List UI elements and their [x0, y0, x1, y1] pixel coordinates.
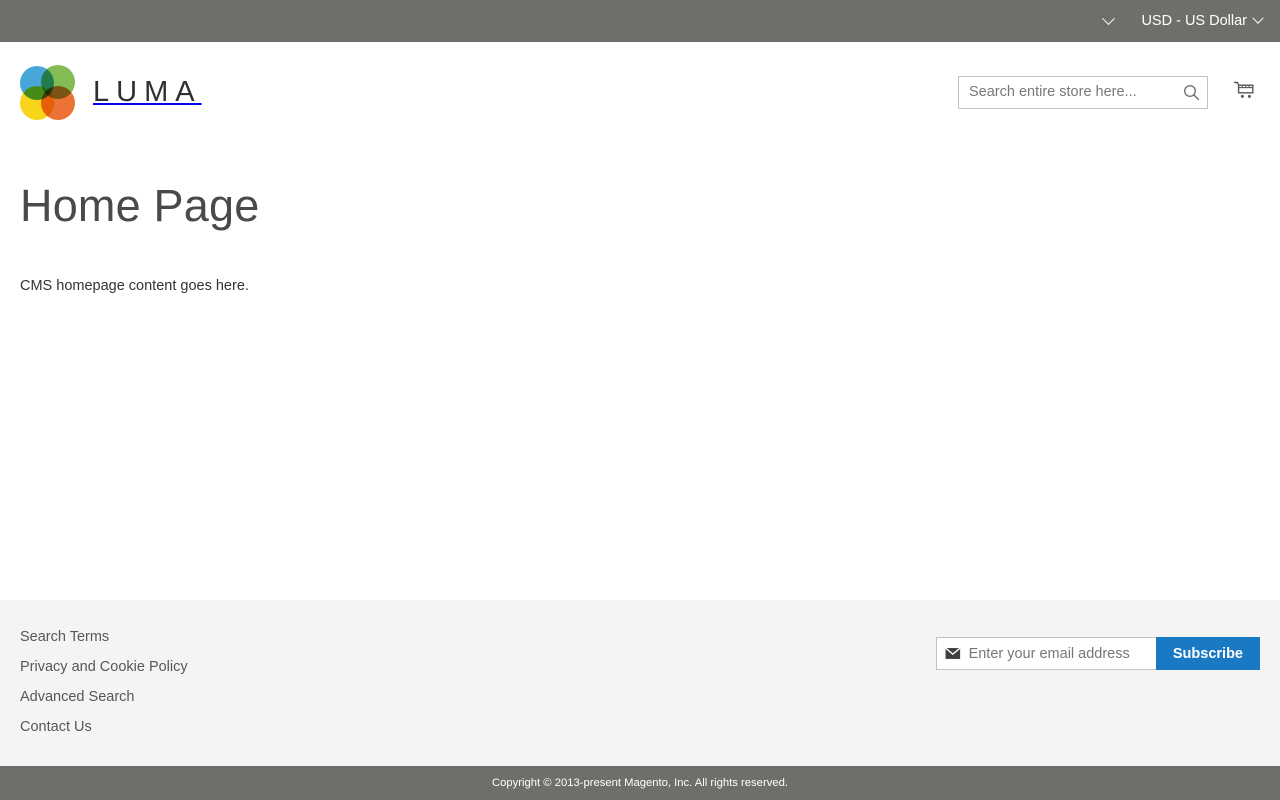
footer-link-search-terms[interactable]: Search Terms — [20, 629, 109, 645]
list-item: Privacy and Cookie Policy — [20, 658, 188, 676]
top-panel: USD - US Dollar — [0, 0, 1280, 42]
search-input[interactable] — [958, 75, 1208, 109]
page-title: Home Page — [20, 180, 260, 231]
newsletter-field-wrap — [935, 637, 1156, 670]
footer-link-list: Search Terms Privacy and Cookie Policy A… — [20, 628, 188, 748]
main-content: Home Page CMS homepage content goes here… — [0, 142, 1280, 600]
chevron-down-icon — [1252, 12, 1264, 24]
storefront-page: USD - US Dollar LUMA Search entire store… — [0, 0, 1280, 800]
subscribe-button[interactable]: Subscribe — [1155, 637, 1260, 670]
footer-link-privacy-policy[interactable]: Privacy and Cookie Policy — [20, 659, 188, 675]
cms-body-text: CMS homepage content goes here. — [20, 277, 249, 294]
page-footer: Search Terms Privacy and Cookie Policy A… — [0, 600, 1280, 766]
currency-switcher[interactable]: USD - US Dollar — [1141, 12, 1264, 29]
shopping-cart-icon — [1233, 81, 1254, 98]
copyright-bar: Copyright © 2013-present Magento, Inc. A… — [0, 766, 1280, 800]
search-form — [958, 75, 1208, 109]
minicart-button[interactable] — [1230, 76, 1260, 108]
newsletter-form: Subscribe — [935, 637, 1260, 670]
account-menu-toggle[interactable] — [1095, 8, 1121, 34]
chevron-down-icon — [1102, 11, 1115, 25]
envelope-icon — [945, 647, 961, 659]
logo-link[interactable]: LUMA — [20, 64, 202, 120]
currency-switcher-label: USD - US Dollar — [1141, 13, 1247, 29]
footer-link-contact-us[interactable]: Contact Us — [20, 719, 92, 735]
search-button[interactable] — [1178, 79, 1204, 105]
list-item: Search Terms — [20, 628, 188, 646]
copyright-text: Copyright © 2013-present Magento, Inc. A… — [492, 777, 788, 789]
search-icon — [1183, 84, 1199, 100]
header-actions — [958, 75, 1260, 109]
list-item: Advanced Search — [20, 688, 188, 706]
list-item: Contact Us — [20, 718, 188, 736]
luma-logo-icon — [20, 64, 75, 120]
logo-wordmark: LUMA — [93, 75, 202, 108]
newsletter-email-input[interactable] — [960, 638, 1156, 669]
footer-link-advanced-search[interactable]: Advanced Search — [20, 689, 134, 705]
page-header: LUMA — [0, 42, 1280, 142]
